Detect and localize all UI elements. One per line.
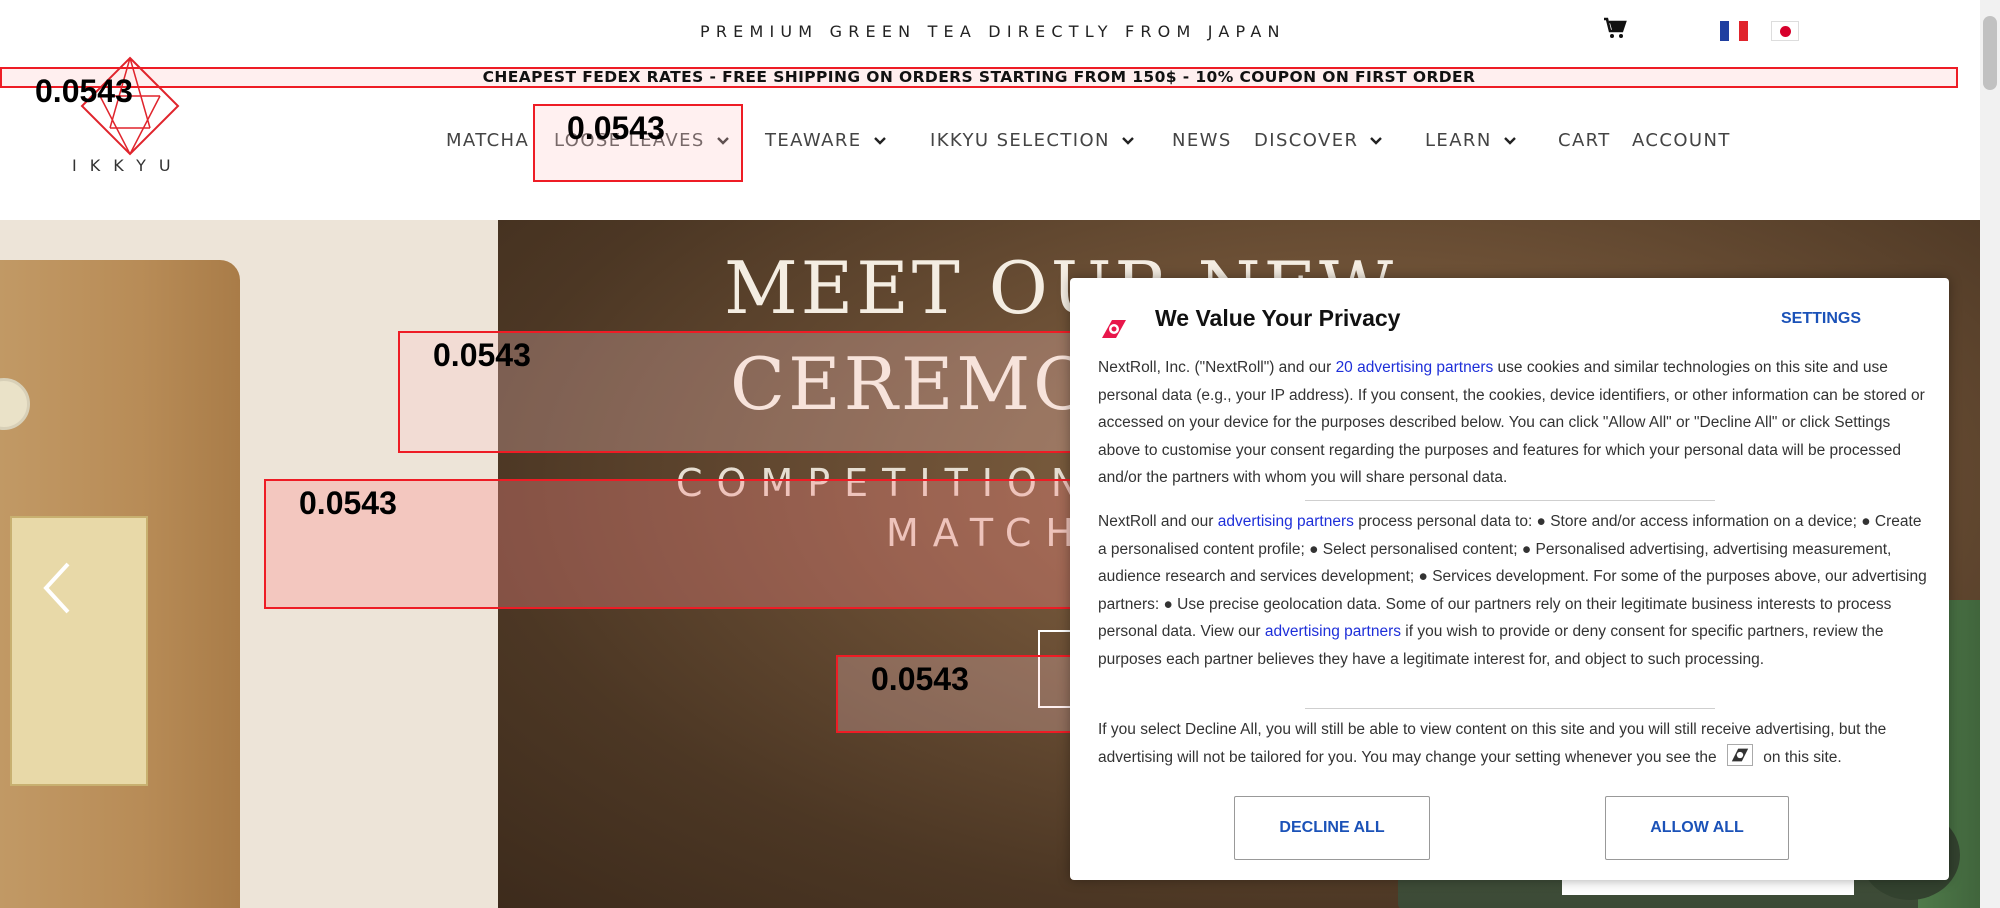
annotation-label: 0.0543: [299, 485, 397, 521]
chevron-down-icon: [873, 136, 886, 145]
chevron-down-icon: [1503, 136, 1516, 145]
nav-teaware[interactable]: TEAWARE: [765, 130, 888, 151]
divider: [1305, 708, 1715, 709]
bag-label: [10, 516, 148, 786]
nav-label: NEWS: [1172, 130, 1232, 151]
consent-text: on this site.: [1763, 748, 1842, 766]
advertising-partners-link[interactable]: advertising partners: [1265, 623, 1401, 640]
consent-text: NextRoll, Inc. ("NextRoll") and our: [1098, 359, 1336, 376]
consent-text: NextRoll and our: [1098, 513, 1218, 530]
nav-label: LEARN: [1425, 130, 1492, 151]
privacy-consent-dialog: We Value Your Privacy SETTINGS NextRoll,…: [1070, 278, 1949, 880]
nav-discover[interactable]: DISCOVER: [1254, 130, 1384, 151]
consent-text: process personal data to: ● Store and/or…: [1098, 513, 1927, 640]
main-nav: MATCHA LOOSE LEAVES TEAWARE IKKYU SELECT…: [0, 130, 1980, 160]
nav-matcha[interactable]: MATCHA: [446, 130, 529, 151]
settings-button[interactable]: SETTINGS: [1781, 310, 1861, 328]
chevron-down-icon: [1370, 136, 1383, 145]
chevron-left-icon[interactable]: [38, 558, 78, 618]
advertising-partners-link[interactable]: 20 advertising partners: [1336, 359, 1494, 376]
jp-flag-icon[interactable]: [1771, 21, 1799, 41]
decline-all-button[interactable]: DECLINE ALL: [1234, 796, 1430, 860]
nextroll-logo-icon: [1102, 320, 1126, 338]
organic-stamp: [0, 378, 30, 430]
consent-paragraph-1: NextRoll, Inc. ("NextRoll") and our 20 a…: [1098, 354, 1928, 492]
annotation-label: 0.0543: [35, 73, 133, 109]
consent-paragraph-2: NextRoll and our advertising partners pr…: [1098, 508, 1928, 673]
nav-news[interactable]: NEWS: [1172, 130, 1232, 151]
nav-learn[interactable]: LEARN: [1425, 130, 1518, 151]
fr-flag-icon[interactable]: [1720, 21, 1748, 41]
nav-label: IKKYU SELECTION: [930, 130, 1110, 151]
top-bar: PREMIUM GREEN TEA DIRECTLY FROM JAPAN: [0, 0, 1980, 64]
chevron-down-icon: [1122, 136, 1134, 145]
nav-label: TEAWARE: [765, 130, 862, 151]
annotation-label: 0.0543: [433, 337, 531, 373]
tea-bag-image: [0, 260, 240, 908]
nav-label: ACCOUNT: [1632, 130, 1731, 151]
nav-label: MATCHA: [446, 130, 530, 151]
nav-label: CART: [1558, 130, 1611, 151]
consent-title: We Value Your Privacy: [1155, 305, 1401, 331]
allow-all-button[interactable]: ALLOW ALL: [1605, 796, 1789, 860]
nav-ikkyu-selection[interactable]: IKKYU SELECTION: [930, 130, 1136, 151]
advertising-partners-link[interactable]: advertising partners: [1218, 513, 1354, 530]
scrollbar[interactable]: [1980, 0, 2000, 908]
consent-text: use cookies and similar technologies on …: [1098, 359, 1925, 486]
consent-paragraph-3: If you select Decline All, you will stil…: [1098, 716, 1928, 771]
shopping-cart-icon[interactable]: [1603, 17, 1627, 39]
announcement-bar: CHEAPEST FEDEX RATES - FREE SHIPPING ON …: [0, 67, 1958, 88]
nextroll-small-icon: [1726, 744, 1753, 767]
nav-account[interactable]: ACCOUNT: [1632, 130, 1731, 151]
divider: [1305, 500, 1715, 501]
nav-label: DISCOVER: [1254, 130, 1359, 151]
annotation-label: 0.0543: [871, 661, 969, 697]
scrollbar-thumb[interactable]: [1983, 16, 1997, 90]
nav-cart[interactable]: CART: [1558, 130, 1611, 151]
tagline: PREMIUM GREEN TEA DIRECTLY FROM JAPAN: [700, 22, 1286, 41]
annotation-label: 0.0543: [567, 110, 665, 146]
